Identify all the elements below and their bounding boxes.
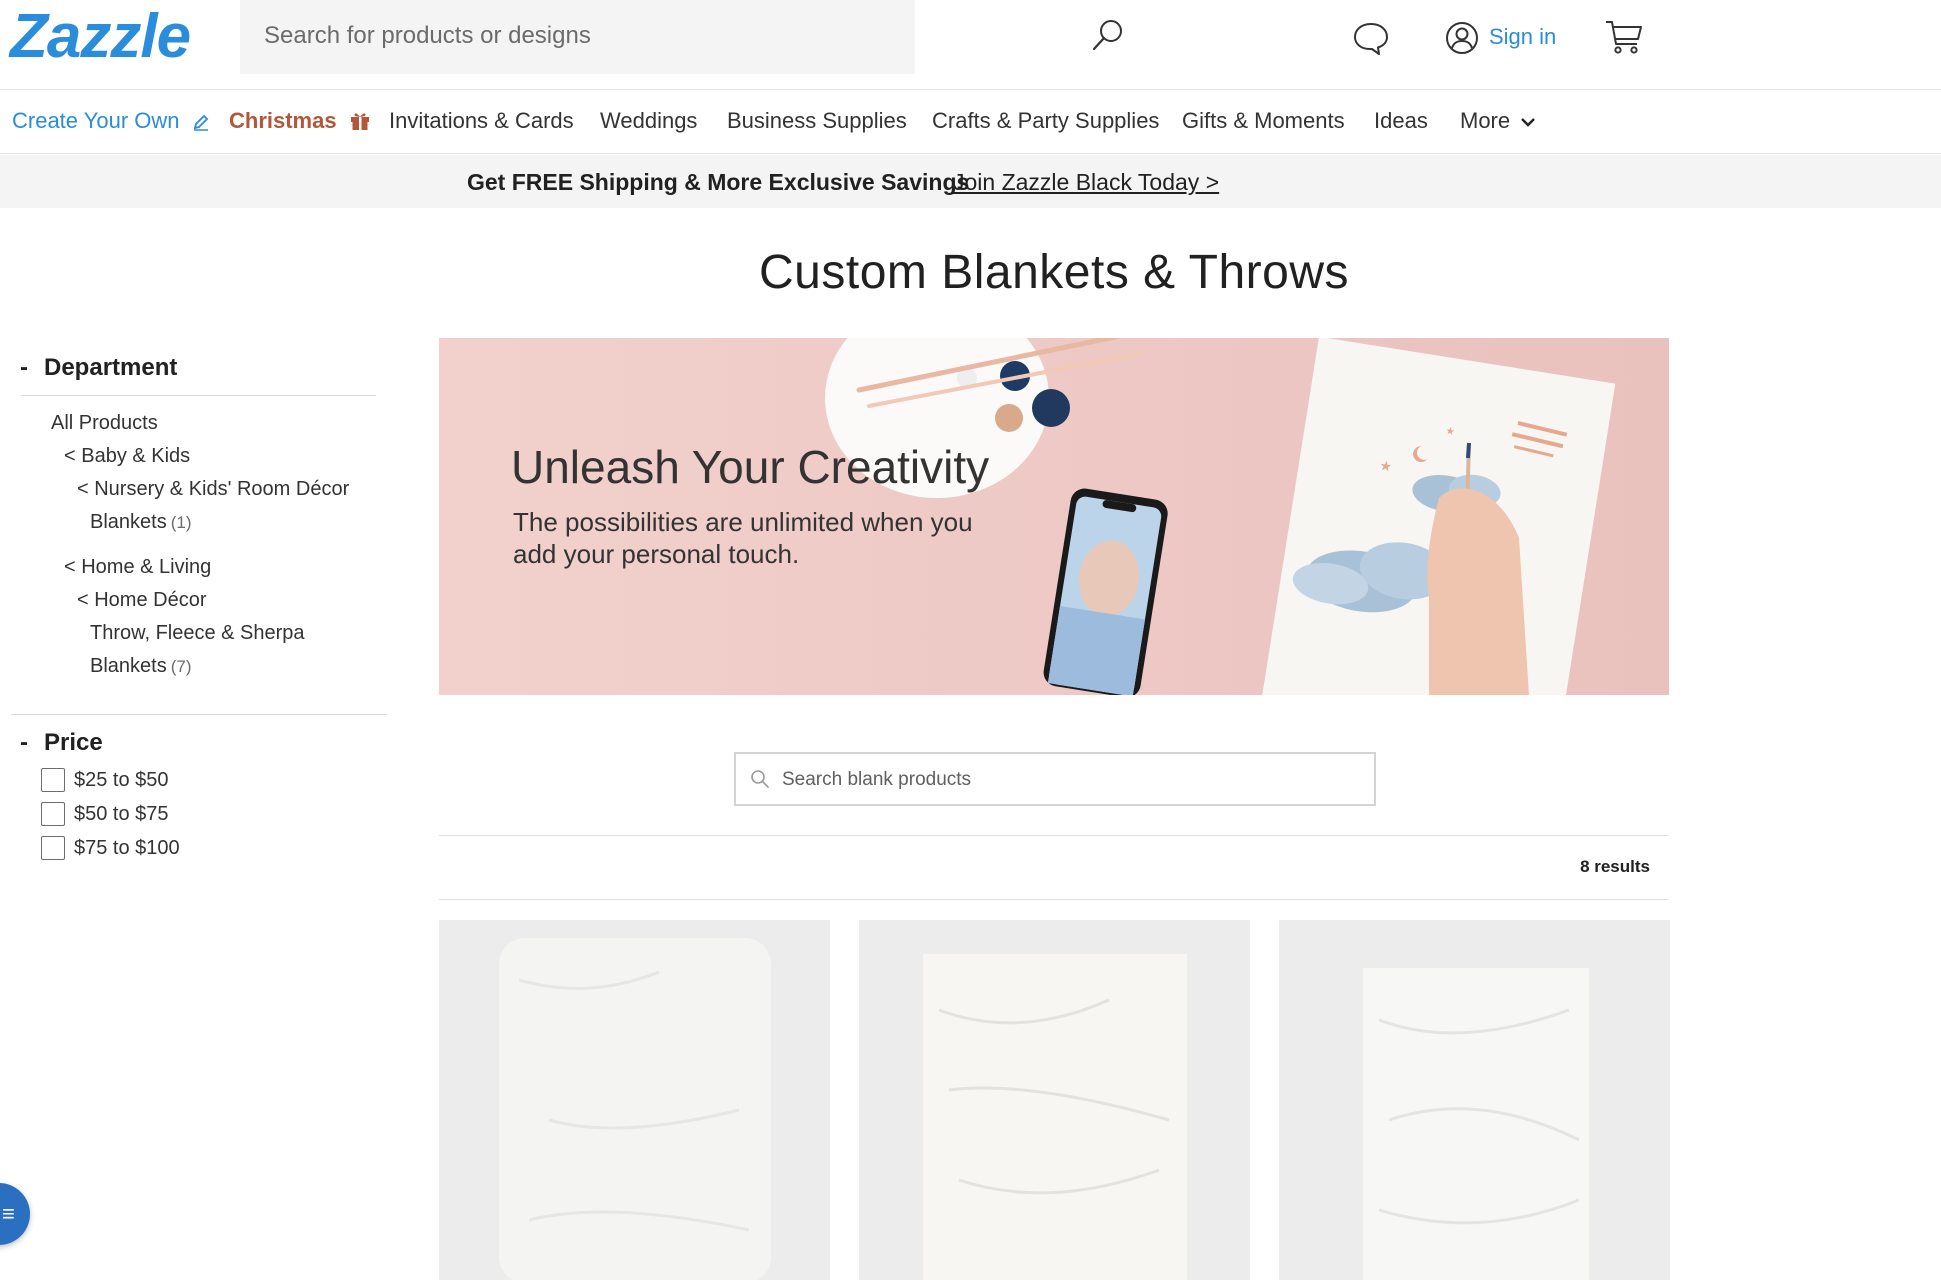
chevron-down-icon: [1521, 118, 1536, 127]
product-tile[interactable]: [1279, 920, 1670, 1280]
zazzle-logo[interactable]: Zazzle: [10, 4, 191, 70]
result-count: (1): [170, 513, 192, 532]
dept-link-baby-kids[interactable]: < Baby & Kids: [64, 445, 190, 468]
search-input[interactable]: [264, 18, 824, 54]
product-tile[interactable]: [439, 920, 830, 1280]
search-icon[interactable]: [1088, 16, 1128, 56]
feedback-icon: ≡: [2, 1201, 15, 1226]
dept-link-blankets-home[interactable]: Blankets (7): [90, 655, 192, 678]
dept-link-home-living[interactable]: < Home & Living: [64, 556, 211, 579]
divider: [439, 835, 1669, 836]
blank-search-input[interactable]: [782, 766, 1342, 794]
dept-link-all-products[interactable]: All Products: [51, 412, 158, 435]
department-facet-header[interactable]: - Department: [20, 354, 177, 382]
checkbox[interactable]: [41, 836, 65, 860]
promo-bar: Get FREE Shipping & More Exclusive Savin…: [0, 155, 1941, 208]
nav-crafts-party-supplies[interactable]: Crafts & Party Supplies: [932, 108, 1159, 134]
site-header: Zazzle Sign in: [0, 0, 1941, 90]
dept-link-blankets-baby[interactable]: Blankets (1): [90, 511, 192, 534]
blanket-image: [923, 954, 1187, 1280]
hero-banner[interactable]: ★ ★ Unleash Your Creativity The possibil…: [439, 338, 1669, 695]
search-icon: [751, 770, 769, 788]
divider: [11, 714, 387, 715]
nav-label: Christmas: [229, 108, 337, 133]
dept-link-nursery-decor[interactable]: < Nursery & Kids' Room Décor: [77, 478, 349, 501]
nav-ideas[interactable]: Ideas: [1374, 108, 1428, 134]
join-zazzle-black-link[interactable]: Join Zazzle Black Today >: [953, 169, 1219, 196]
sign-in-link[interactable]: Sign in: [1489, 24, 1556, 50]
divider: [439, 899, 1669, 900]
price-label: $75 to $100: [74, 837, 180, 859]
divider: [21, 395, 376, 396]
dept-link-throw-fleece-sherpa[interactable]: Throw, Fleece & Sherpa: [90, 622, 305, 645]
chat-bubble-icon[interactable]: [1351, 18, 1391, 58]
nav-christmas[interactable]: Christmas: [229, 108, 371, 134]
price-label: $25 to $50: [74, 769, 169, 791]
hero-subtitle: The possibilities are unlimited when you…: [513, 507, 973, 569]
shopping-cart-icon[interactable]: [1603, 16, 1645, 58]
collapse-toggle[interactable]: -: [20, 354, 44, 382]
site-search: [240, 0, 1122, 74]
page-title: Custom Blankets & Throws: [759, 246, 1349, 299]
price-facet-header[interactable]: - Price: [20, 729, 103, 757]
nav-invitations-cards[interactable]: Invitations & Cards: [389, 108, 574, 134]
svg-text:★: ★: [1445, 426, 1456, 438]
results-count: 8 results: [1580, 857, 1650, 876]
promo-text: Get FREE Shipping & More Exclusive Savin…: [467, 169, 970, 195]
nav-label: Create Your Own: [12, 108, 180, 133]
nav-label: More: [1460, 108, 1511, 133]
blank-product-search: [734, 752, 1376, 806]
user-circle-icon[interactable]: [1442, 18, 1482, 58]
facet-title: Department: [44, 354, 178, 381]
hero-title: Unleash Your Creativity: [511, 441, 990, 493]
pencil-icon: [193, 114, 208, 131]
svg-text:★: ★: [1378, 458, 1393, 476]
nav-business-supplies[interactable]: Business Supplies: [727, 108, 907, 134]
category-nav: Create Your Own Christmas Invitations & …: [0, 90, 1941, 154]
product-tile[interactable]: [859, 920, 1250, 1280]
blanket-image: [1363, 968, 1589, 1280]
nav-more[interactable]: More: [1460, 108, 1536, 134]
checkbox[interactable]: [41, 802, 65, 826]
nav-gifts-moments[interactable]: Gifts & Moments: [1182, 108, 1345, 134]
gift-icon: [350, 113, 369, 130]
checkbox[interactable]: [41, 768, 65, 792]
price-label: $50 to $75: [74, 803, 169, 825]
nav-create-your-own[interactable]: Create Your Own: [12, 108, 210, 134]
feedback-button[interactable]: ≡: [0, 1183, 30, 1245]
facet-title: Price: [44, 729, 103, 756]
result-count: (7): [170, 657, 192, 676]
dept-link-home-decor[interactable]: < Home Décor: [77, 589, 207, 612]
nav-weddings[interactable]: Weddings: [600, 108, 697, 134]
collapse-toggle[interactable]: -: [20, 729, 44, 757]
blanket-image: [499, 938, 771, 1280]
